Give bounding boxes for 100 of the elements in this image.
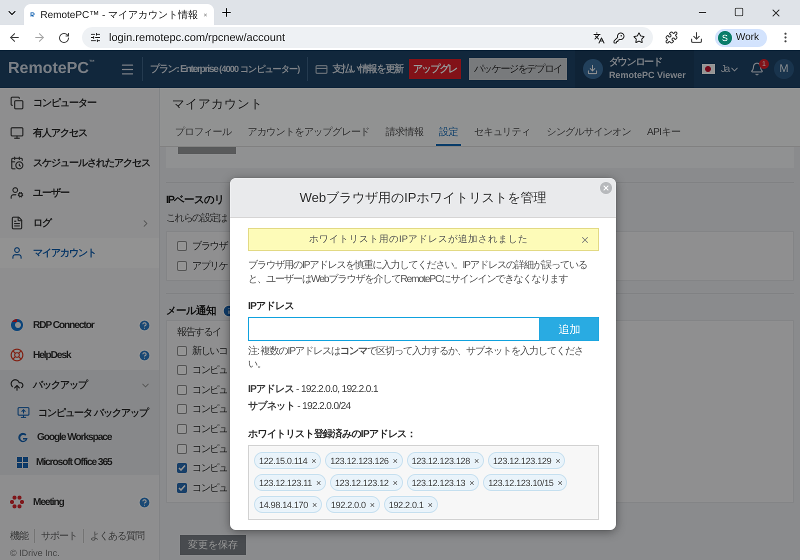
ip-chip[interactable]: 123.12.123.13 × [406, 474, 480, 491]
monitor-icon [10, 126, 24, 140]
tab-title: RemotePC™ - マイアカウント情報 [40, 8, 198, 22]
download-icon [587, 64, 598, 74]
sidebar-subitem[interactable]: コンピュータ バックアップ [0, 400, 159, 425]
monitor-upload-icon [17, 406, 30, 419]
ip-chip[interactable]: 123.12.123.11 × [254, 474, 326, 491]
checkbox[interactable] [177, 384, 187, 395]
save-button[interactable]: 変更を保存 [180, 534, 246, 555]
help-icon[interactable] [138, 318, 151, 332]
checkbox-label: 新しいコ [192, 344, 228, 358]
button-edge [178, 147, 236, 154]
back-icon[interactable] [8, 31, 21, 44]
bell-icon[interactable] [750, 62, 764, 76]
user-avatar[interactable]: M [774, 59, 794, 79]
deploy-button[interactable]: パッケージをデプロイ [468, 58, 567, 80]
ip-chip[interactable]: 123.12.123.128 × [406, 452, 484, 469]
new-tab-icon[interactable] [220, 6, 233, 19]
checkbox-label: コンピュ [192, 384, 228, 397]
dot-ring-icon [10, 495, 24, 509]
forward-icon[interactable] [33, 31, 46, 44]
tab[interactable]: セキュリティ [471, 120, 534, 146]
puzzle-icon[interactable] [664, 31, 678, 44]
ip-chip[interactable]: 122.15.0.114 × [254, 452, 322, 469]
user-icon [10, 246, 24, 260]
section-heading: メール通知 [166, 304, 216, 318]
profile-avatar: S [718, 30, 732, 44]
tab[interactable]: APIキー [644, 120, 684, 146]
sidebar-subitem[interactable]: Microsoft Office 365 [0, 450, 159, 475]
sidebar-item[interactable]: バックアップ [0, 370, 159, 400]
checkbox[interactable] [177, 444, 187, 454]
sidebar-item[interactable]: 有人アクセス [0, 118, 159, 148]
close-icon[interactable] [580, 234, 590, 244]
reload-icon[interactable] [58, 32, 70, 44]
instructions-text: ブラウザ用のIPアドレスを慎重に入力してください。IPアドレスの詳細が誤っていると、ユーザーはWebブラウザを介してRemotePCにサインインできなくなります [248, 259, 588, 287]
ip-chip[interactable]: 123.12.123.10/15 × [483, 474, 568, 491]
billing-link[interactable]: 支払い情報を更新 [332, 62, 403, 76]
user-icon [10, 186, 24, 200]
translate-icon[interactable] [592, 32, 605, 44]
note-text: 注: 複数のIPアドレスはコンマで区切って入力するか、サブネットを入力してください。 [248, 345, 584, 371]
checkbox[interactable] [177, 482, 187, 493]
checkbox[interactable] [177, 261, 187, 271]
checkbox-label: コンピュ [192, 482, 228, 495]
sidebar-item[interactable]: RDP Connector [0, 310, 159, 340]
close-icon[interactable] [770, 6, 782, 18]
sidebar-item[interactable]: マイアカウント [0, 238, 159, 268]
checkbox[interactable] [177, 346, 187, 356]
tab[interactable]: 請求情報 [382, 120, 426, 146]
maximize-icon[interactable] [734, 6, 744, 16]
g-mark-icon [17, 432, 29, 444]
tab[interactable]: シングルサインオン [543, 120, 634, 146]
add-button[interactable]: 追加 [540, 317, 599, 341]
tab[interactable]: プロフィール [172, 120, 234, 146]
ip-chip[interactable]: 192.2.0.1 × [384, 496, 438, 513]
ip-chip[interactable]: 123.12.123.126 × [325, 452, 403, 469]
ip-input-field[interactable] [248, 317, 540, 341]
checkbox-label: ブラウザ [192, 240, 228, 253]
profile-button[interactable]: S Work [714, 28, 767, 46]
key-icon[interactable] [612, 32, 625, 44]
checkbox[interactable] [177, 241, 187, 251]
sidebar-item[interactable]: Meeting [0, 487, 159, 517]
checkbox[interactable] [177, 424, 187, 434]
star-icon[interactable] [632, 32, 645, 44]
browser-tab[interactable]: RemotePC™ - マイアカウント情報 [24, 4, 214, 25]
help-icon[interactable] [138, 496, 151, 508]
footer-link[interactable]: よくある質問 [90, 529, 144, 543]
ip-chip[interactable]: 123.12.123.12 × [330, 474, 403, 491]
section-description: これらの設定は [166, 213, 227, 224]
checkbox-label: アプリケ [192, 260, 228, 273]
checkbox[interactable] [177, 463, 187, 474]
site-settings-icon[interactable] [90, 32, 101, 43]
language-selector[interactable]: Ja [720, 64, 729, 74]
section-heading: IPベースのリ [166, 193, 224, 207]
download-button[interactable]: ダウンロード RemotePC Viewer [574, 50, 694, 88]
address-bar[interactable]: login.remotepc.com/rpcnew/account [82, 27, 653, 48]
upgrade-button[interactable]: アップグレ [408, 59, 461, 79]
checkbox-label: コンピュ [192, 403, 228, 416]
sidebar-item[interactable]: ユーザー [0, 178, 159, 208]
field-label: IPアドレス [248, 300, 295, 313]
tab[interactable]: アカウントをアップグレード [244, 120, 373, 146]
sidebar-item[interactable]: コンピューター [0, 88, 159, 118]
sidebar-item[interactable]: HelpDesk [0, 340, 159, 370]
ip-chip[interactable]: 123.12.123.129 × [488, 452, 566, 469]
sidebar-subitem[interactable]: Google Workspace [0, 425, 159, 450]
sidebar-item[interactable]: ログ [0, 208, 159, 238]
four-squares-icon [17, 457, 28, 468]
sidebar-item[interactable]: スケジュールされたアクセス [0, 148, 159, 178]
alert-message: ホワイトリスト用のIPアドレスが追加されました [308, 233, 529, 246]
checkbox-label: コンピュ [192, 364, 228, 378]
checkbox[interactable] [177, 404, 187, 414]
ip-chip[interactable]: 14.98.14.170 × [254, 496, 322, 513]
cloud-upload-icon [10, 378, 24, 392]
footer-link[interactable]: 機能 [10, 529, 28, 543]
download-icon[interactable] [690, 31, 703, 44]
checkbox[interactable] [177, 365, 187, 376]
ip-chip[interactable]: 192.2.0.0 × [326, 496, 380, 513]
footer-link[interactable]: サポート [41, 529, 77, 543]
calendar-icon [10, 156, 24, 170]
example-text: サブネット - 192.2.0.0/24 [248, 400, 352, 413]
help-icon[interactable] [138, 348, 151, 362]
